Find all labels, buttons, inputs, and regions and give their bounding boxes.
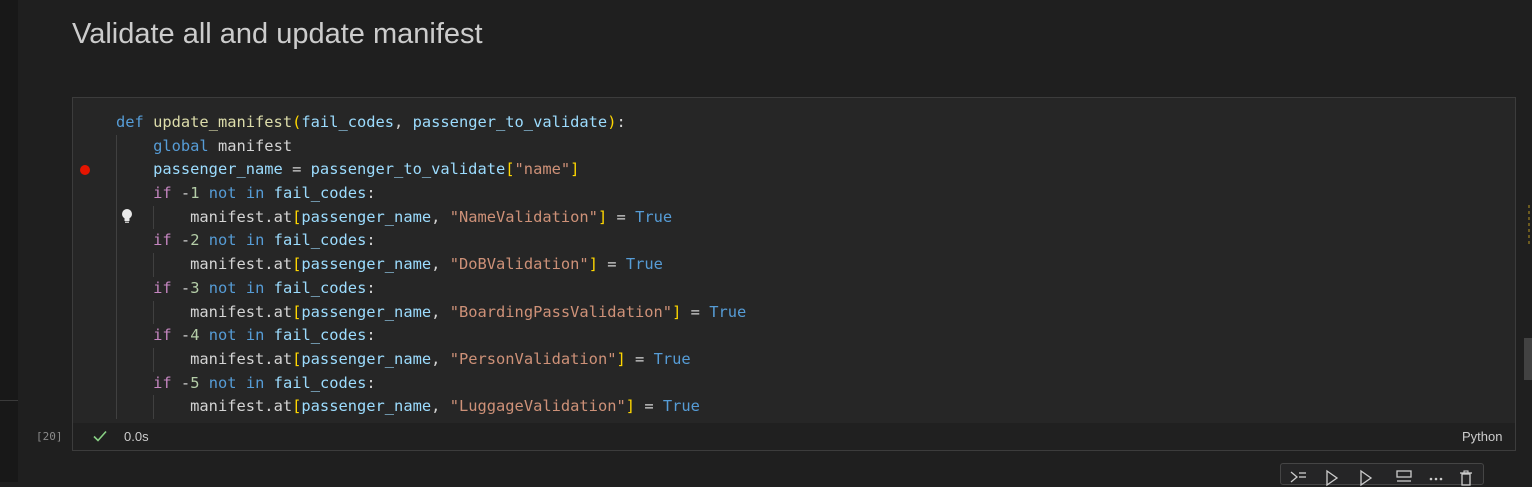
code-cell[interactable]: def update_manifest(fail_codes, passenge… [72, 97, 1516, 451]
check-icon [93, 430, 107, 442]
code-content[interactable]: def update_manifest(fail_codes, passenge… [116, 111, 746, 419]
code-line[interactable]: manifest.at[passenger_name, "DoBValidati… [116, 253, 746, 277]
code-line[interactable]: if -2 not in fail_codes: [116, 229, 746, 253]
execute-above-icon[interactable] [1323, 469, 1341, 487]
indent-guide [153, 205, 155, 230]
code-editor[interactable]: def update_manifest(fail_codes, passenge… [73, 98, 1515, 423]
code-line[interactable]: def update_manifest(fail_codes, passenge… [116, 111, 746, 135]
code-line[interactable]: global manifest [116, 135, 746, 159]
code-line[interactable]: manifest.at[passenger_name, "PersonValid… [116, 348, 746, 372]
markdown-heading: Validate all and update manifest [72, 18, 483, 50]
run-by-line-icon[interactable] [1289, 469, 1307, 487]
code-line[interactable]: manifest.at[passenger_name, "BoardingPas… [116, 301, 746, 325]
code-line[interactable]: if -3 not in fail_codes: [116, 277, 746, 301]
cell-language-picker[interactable]: Python [1462, 429, 1502, 444]
split-cell-icon[interactable] [1395, 469, 1413, 487]
left-gutter-strip [0, 0, 18, 482]
delete-cell-icon[interactable] [1457, 469, 1475, 487]
execution-duration: 0.0s [124, 429, 149, 444]
code-line[interactable]: if -4 not in fail_codes: [116, 324, 746, 348]
execute-below-icon[interactable] [1357, 469, 1375, 487]
overview-ruler-marker [1528, 205, 1530, 245]
indent-guide [153, 300, 155, 325]
gutter-divider [0, 400, 18, 401]
code-line[interactable]: manifest.at[passenger_name, "NameValidat… [116, 206, 746, 230]
indent-guide [153, 253, 155, 277]
code-line[interactable]: manifest.at[passenger_name, "LuggageVali… [116, 395, 746, 419]
vertical-scrollbar-thumb[interactable] [1524, 338, 1532, 380]
code-line[interactable]: if -5 not in fail_codes: [116, 372, 746, 396]
indent-guide [153, 395, 155, 420]
breakpoint-dot-icon[interactable] [80, 165, 90, 175]
code-line[interactable]: passenger_name = passenger_to_validate["… [116, 158, 746, 182]
indent-guide [153, 348, 155, 372]
execution-count: [20] [36, 430, 63, 443]
code-line[interactable]: if -1 not in fail_codes: [116, 182, 746, 206]
more-actions-icon[interactable] [1427, 469, 1445, 487]
indent-guide [116, 134, 117, 420]
